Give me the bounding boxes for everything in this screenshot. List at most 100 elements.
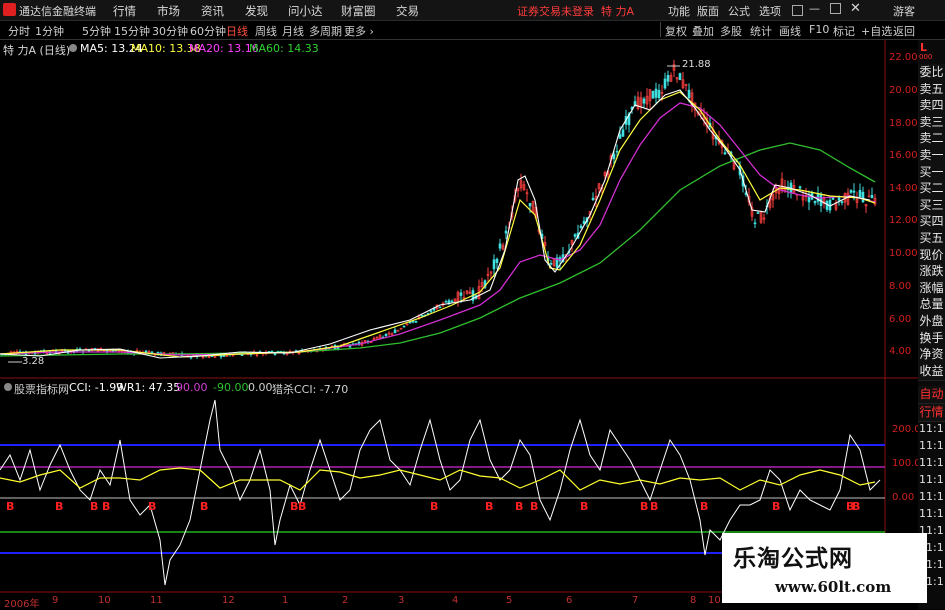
tool-f10[interactable]: F10 [809, 23, 829, 36]
x-axis-label: 2 [342, 595, 349, 606]
period-15min[interactable]: 15分钟 [114, 23, 150, 39]
period-multi[interactable]: 多周期 [309, 23, 342, 39]
tick-time: 11:1 [919, 422, 944, 435]
tool-back[interactable]: 返回 [893, 23, 915, 39]
period-1min[interactable]: 1分钟 [35, 23, 64, 39]
chevron-right-icon: › [366, 25, 374, 38]
quote-item[interactable]: 涨跌 [918, 263, 945, 282]
close-icon[interactable]: ✕ [850, 1, 861, 16]
tool-add-favorite[interactable]: +自选 [861, 23, 892, 39]
price-tick: 16.00 [889, 150, 918, 161]
watermark-name: 乐淘公式网 [733, 546, 853, 572]
price-tick: 4.00 [889, 346, 912, 357]
period-60min[interactable]: 60分钟 [190, 23, 226, 39]
menu-ask[interactable]: 问小达 [288, 3, 323, 19]
quote-item[interactable]: 总量 [918, 296, 945, 315]
quote-item[interactable]: 买四 [918, 213, 945, 232]
menu-wealth[interactable]: 财富圈 [341, 3, 376, 19]
candle-body [615, 150, 619, 153]
quote-item[interactable]: 涨幅 [918, 279, 945, 298]
candle-body [579, 225, 583, 228]
menu-quotes[interactable]: 行情 [113, 3, 136, 19]
side-tab[interactable]: 行情 [918, 404, 945, 422]
period-timeshare[interactable]: 分时 [8, 23, 30, 39]
maximize-icon[interactable] [830, 3, 841, 14]
menu-layout[interactable]: 版面 [697, 3, 719, 19]
x-axis-label: 11 [150, 595, 163, 606]
x-axis-label: 9 [52, 595, 59, 606]
period-more[interactable]: 更多 › [344, 23, 374, 39]
x-axis-label: 4 [452, 595, 459, 606]
menu-function[interactable]: 功能 [668, 3, 690, 19]
candle-body [384, 333, 388, 337]
quote-item[interactable]: 买五 [918, 230, 945, 248]
buy-marker: B [6, 500, 15, 513]
candle-body [813, 200, 817, 204]
buy-marker: B [772, 500, 781, 513]
candle-body [495, 258, 499, 263]
window-icon[interactable] [792, 5, 803, 16]
quote-item[interactable]: 委比 [918, 64, 945, 82]
quote-item[interactable]: 卖三 [918, 113, 945, 132]
menu-options[interactable]: 选项 [759, 3, 781, 19]
line-90: 90.00 [176, 381, 208, 394]
kline-chart[interactable] [0, 40, 918, 609]
settings-dot-icon[interactable] [69, 44, 77, 52]
candle-body [414, 321, 418, 323]
indicator-tick: 200.0 [892, 424, 921, 435]
period-monthly[interactable]: 月线 [282, 23, 304, 39]
candle-body [753, 222, 757, 225]
menu-trade[interactable]: 交易 [396, 3, 419, 19]
period-daily[interactable]: 日线 [226, 23, 248, 39]
side-tab[interactable]: 自动 [918, 386, 945, 404]
period-label: (日线) [39, 44, 71, 57]
indicator-name[interactable]: 股票指标网 [14, 381, 69, 397]
ma60-line [0, 142, 876, 357]
guest-label[interactable]: 游客 [893, 3, 915, 19]
candle-body [393, 329, 397, 334]
candle-body [852, 190, 856, 193]
stock-label: 特 力A (日线) [3, 42, 70, 58]
quote-item[interactable]: 买一 [918, 163, 945, 182]
menu-news[interactable]: 资讯 [201, 3, 224, 19]
minimize-icon[interactable]: — [809, 2, 820, 15]
quote-item[interactable]: 买三 [918, 196, 945, 215]
low-price-label: 3.28 [22, 356, 45, 367]
x-axis-label: 6 [566, 595, 573, 606]
candle-body [498, 243, 502, 249]
quote-item[interactable]: 外盘 [918, 313, 945, 331]
quote-item[interactable]: 卖二 [918, 130, 945, 149]
tool-overlay[interactable]: 叠加 [692, 23, 714, 39]
candle-body [450, 300, 454, 303]
tool-draw[interactable]: 画线 [779, 23, 801, 39]
quote-item[interactable]: 买二 [918, 180, 945, 199]
app-logo-icon [3, 3, 16, 16]
candlesticks [0, 59, 877, 360]
quote-item[interactable]: 收益 [918, 362, 945, 381]
quote-item[interactable]: 净资 [918, 346, 945, 365]
tool-mark[interactable]: 标记 [833, 23, 855, 39]
menu-market[interactable]: 市场 [157, 3, 180, 19]
candle-body [144, 350, 148, 353]
quote-item[interactable]: 现价 [918, 246, 945, 265]
indicator-settings-icon[interactable] [4, 383, 12, 391]
quote-item[interactable]: 卖五 [918, 80, 945, 99]
login-status[interactable]: 证券交易未登录 特 力A [517, 3, 634, 19]
candle-body [444, 301, 448, 303]
candle-body [618, 134, 622, 139]
menu-discover[interactable]: 发现 [245, 3, 268, 19]
quote-item[interactable]: 卖四 [918, 97, 945, 116]
candle-body [687, 89, 691, 98]
tool-adjust[interactable]: 复权 [665, 23, 687, 39]
candle-body [396, 330, 400, 332]
period-30min[interactable]: 30分钟 [152, 23, 188, 39]
login-status-text: 证券交易未登录 [517, 5, 594, 18]
period-weekly[interactable]: 周线 [255, 23, 277, 39]
tool-multi-stock[interactable]: 多股 [720, 23, 742, 39]
period-5min[interactable]: 5分钟 [82, 23, 111, 39]
buy-marker: B [148, 500, 157, 513]
tool-stats[interactable]: 统计 [750, 23, 772, 39]
quote-item[interactable]: 卖一 [918, 147, 945, 165]
menu-formula[interactable]: 公式 [728, 3, 750, 19]
quote-item[interactable]: 换手 [918, 329, 945, 348]
